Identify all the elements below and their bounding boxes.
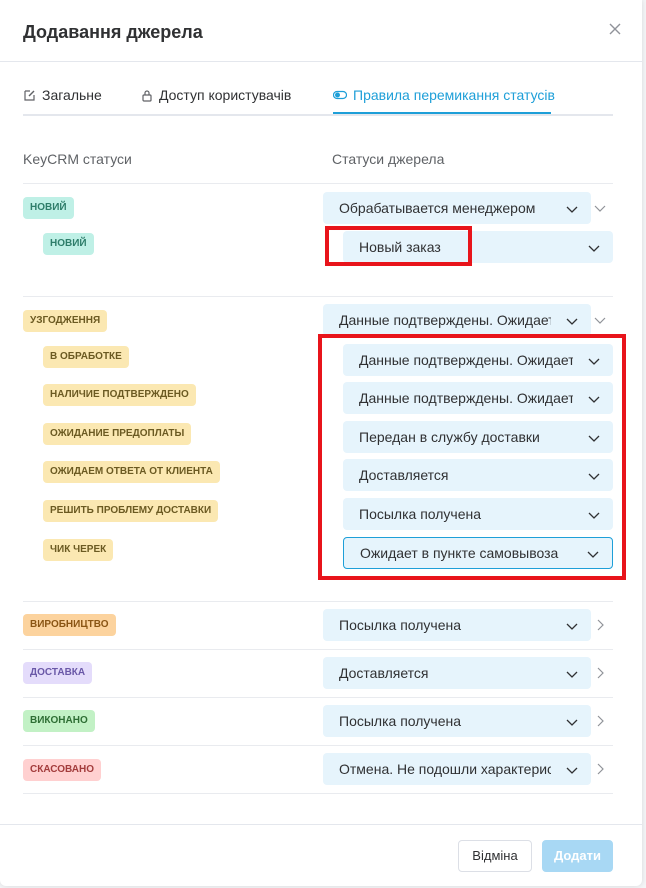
annotation-highlight (318, 334, 626, 580)
toggle-icon (333, 90, 347, 100)
tab-status-rules-label: Правила перемикання статусів (353, 87, 555, 103)
select-value: Данные подтверждены. Ожидает отп (339, 312, 551, 328)
select-value: Посылка получена (339, 617, 462, 633)
row-divider (23, 649, 613, 650)
row-divider (23, 697, 613, 698)
chevron-down-icon (566, 767, 578, 774)
active-tab-indicator (333, 112, 551, 114)
source-status-select[interactable]: Обрабатывается менеджером (323, 192, 591, 224)
child-status-badge: В ОБРАБОТКЕ (43, 346, 129, 368)
status-badge: СКАСОВАНО (23, 759, 101, 781)
tabs-bar: Загальне Доступ користувачів Правила пер… (23, 84, 613, 116)
child-status-badge: НАЛИЧИЕ ПОДТВЕРЖДЕНО (43, 384, 196, 406)
row-divider (23, 296, 613, 297)
child-status-badge: ОЖИДАНИЕ ПРЕДОПЛАТЫ (43, 423, 192, 445)
status-badge: УЗГОДЖЕННЯ (23, 310, 108, 332)
row-divider (23, 793, 613, 794)
column-header-source: Статуси джерела (332, 151, 445, 167)
cancel-button[interactable]: Відміна (458, 840, 532, 872)
chevron-right-icon[interactable] (594, 619, 606, 631)
edit-icon (24, 89, 35, 101)
add-button[interactable]: Додати (542, 840, 613, 872)
row-divider (23, 183, 613, 184)
chevron-down-icon (566, 623, 578, 630)
chevron-down-icon[interactable] (594, 314, 606, 326)
modal-header: Додавання джерела (0, 0, 642, 62)
footer-divider (0, 824, 642, 825)
status-badge: ВИРОБНИЦТВО (23, 614, 116, 636)
source-status-select[interactable]: Отмена. Не подошли характеристики (323, 753, 591, 785)
chevron-down-icon[interactable] (594, 202, 606, 214)
select-value: Обрабатывается менеджером (339, 200, 536, 216)
lock-icon (142, 89, 152, 102)
chevron-right-icon[interactable] (594, 715, 606, 727)
annotation-highlight (325, 226, 472, 266)
tab-user-access[interactable]: Доступ користувачів (141, 87, 291, 103)
child-status-badge: ЧИК ЧЕРЕК (43, 539, 114, 561)
row-divider (23, 745, 613, 746)
chevron-right-icon[interactable] (594, 763, 606, 775)
status-badge: ВИКОНАНО (23, 710, 95, 732)
source-status-select[interactable]: Посылка получена (323, 705, 591, 737)
select-value: Отмена. Не подошли характеристики (339, 761, 551, 777)
status-badge: НОВИЙ (23, 197, 74, 219)
tab-user-access-label: Доступ користувачів (159, 87, 292, 103)
child-status-badge: НОВИЙ (43, 233, 94, 255)
close-icon[interactable] (606, 20, 624, 38)
add-source-modal: Додавання джерела Загальне Доступ корист… (0, 0, 642, 886)
row-divider (23, 601, 613, 602)
tab-general-label: Загальне (42, 87, 102, 103)
source-status-select[interactable]: Данные подтверждены. Ожидает отп (323, 304, 591, 336)
chevron-right-icon[interactable] (594, 667, 606, 679)
select-value: Посылка получена (339, 713, 462, 729)
source-status-select[interactable]: Посылка получена (323, 609, 591, 641)
tab-general[interactable]: Загальне (23, 87, 102, 103)
child-status-badge: РЕШИТЬ ПРОБЛЕМУ ДОСТАВКИ (43, 500, 219, 522)
tab-status-rules[interactable]: Правила перемикання статусів (333, 87, 555, 103)
chevron-down-icon (566, 318, 578, 325)
chevron-down-icon (588, 245, 600, 252)
chevron-down-icon (566, 206, 578, 213)
source-status-select[interactable]: Доставляется (323, 657, 591, 689)
status-badge: ДОСТАВКА (23, 662, 93, 684)
column-header-keycrm: KeyCRM статуси (23, 151, 132, 167)
chevron-down-icon (566, 671, 578, 678)
chevron-down-icon (566, 719, 578, 726)
modal-title: Додавання джерела (23, 22, 203, 42)
child-status-badge: ОЖИДАЕМ ОТВЕТА ОТ КЛИЕНТА (43, 461, 220, 483)
select-value: Доставляется (339, 665, 429, 681)
